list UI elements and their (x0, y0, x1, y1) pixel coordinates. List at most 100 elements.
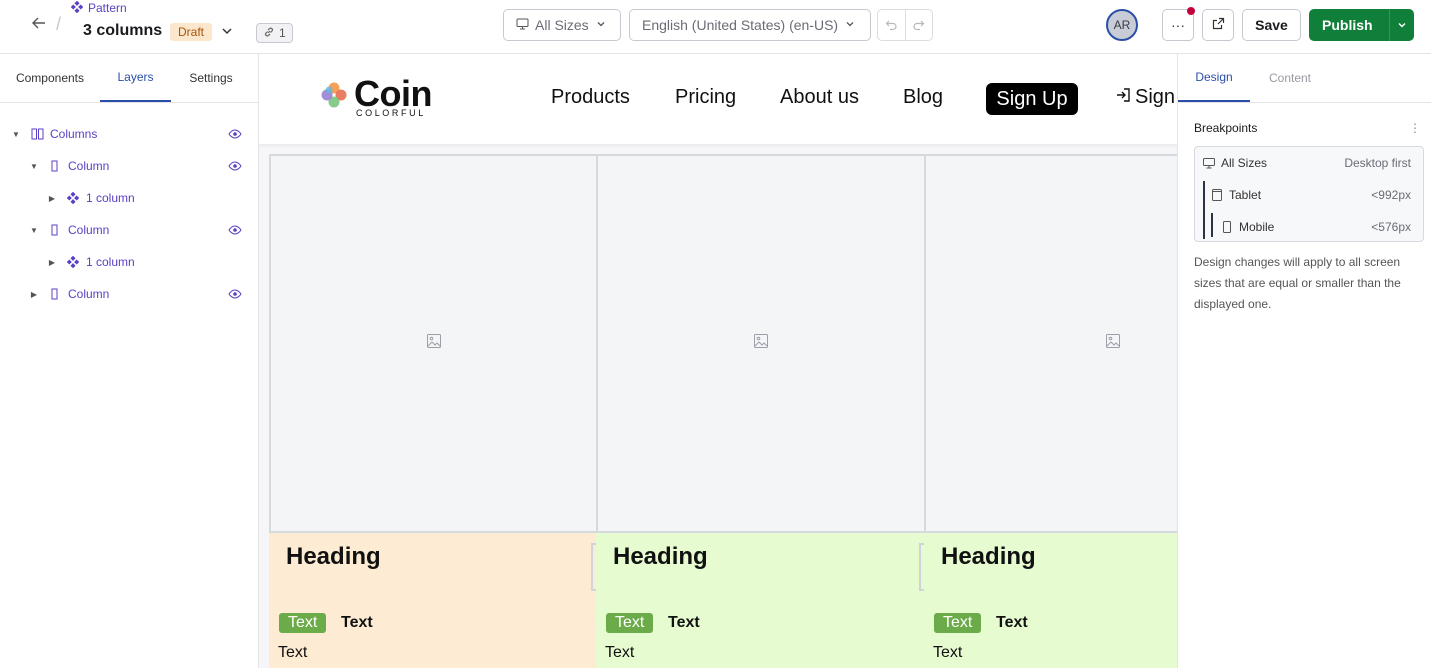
eye-icon[interactable] (228, 223, 242, 237)
left-panel: Components Layers Settings ▼ Columns ▼ C… (0, 54, 259, 668)
tab-settings[interactable]: Settings (171, 54, 251, 102)
open-preview-button[interactable] (1202, 9, 1234, 41)
bold-text[interactable]: Text (996, 614, 1028, 632)
tab-components[interactable]: Components (0, 54, 100, 102)
image-icon (753, 333, 769, 354)
image-icon (1105, 333, 1121, 354)
caret-right-icon[interactable]: ▶ (46, 256, 58, 268)
breakpoint-label: Tablet (1229, 188, 1261, 202)
bold-text[interactable]: Text (341, 614, 373, 632)
layer-columns[interactable]: ▼ Columns (0, 118, 258, 150)
status-badge: Draft (170, 23, 212, 41)
sign-in-icon (1115, 86, 1131, 109)
breakpoint-mobile[interactable]: Mobile <576px (1195, 211, 1423, 243)
column-heading[interactable]: Heading (286, 543, 381, 571)
breadcrumb-pattern[interactable]: Pattern (71, 0, 127, 16)
desktop-icon (1203, 157, 1215, 169)
breakpoint-value: <576px (1371, 220, 1411, 234)
tab-design[interactable]: Design (1178, 54, 1250, 102)
link-count: 1 (279, 26, 286, 40)
breakpoint-all-sizes[interactable]: All Sizes Desktop first (1195, 147, 1423, 179)
link-icon (263, 26, 275, 41)
layer-column[interactable]: ▼ Column (0, 214, 258, 246)
site-header[interactable]: Coin COLORFUL Products Pricing About us … (259, 54, 1177, 144)
pattern-label: Pattern (88, 1, 127, 15)
component-icon (66, 191, 80, 205)
layer-label: 1 column (86, 191, 135, 205)
tab-layers[interactable]: Layers (100, 54, 171, 102)
image-placeholder[interactable] (269, 154, 598, 533)
size-select-value: All Sizes (535, 17, 589, 33)
references-badge[interactable]: 1 (256, 23, 293, 43)
selection-bracket (591, 543, 596, 591)
columns-grid[interactable]: Heading Text Text Text Heading Text Text… (269, 154, 1177, 668)
eye-icon[interactable] (228, 287, 242, 301)
layer-column[interactable]: ▶ Column (0, 278, 258, 310)
breakpoint-tablet[interactable]: Tablet <992px (1195, 179, 1423, 211)
body-text[interactable]: Text (933, 644, 962, 662)
more-icon: ··· (1171, 17, 1185, 33)
nav-link-blog[interactable]: Blog (903, 86, 943, 109)
caret-right-icon[interactable]: ▶ (28, 288, 40, 300)
chevron-down-icon[interactable] (1389, 9, 1414, 41)
text-pill[interactable]: Text (606, 613, 653, 633)
undo-redo-group (877, 9, 933, 41)
column-icon (48, 287, 62, 301)
locale-select[interactable]: English (United States) (en-US) (629, 9, 871, 41)
avatar[interactable]: AR (1106, 9, 1138, 41)
text-pill[interactable]: Text (934, 613, 981, 633)
notification-dot (1187, 7, 1195, 15)
column-icon (48, 223, 62, 237)
body-text[interactable]: Text (605, 644, 634, 662)
chevron-down-icon (595, 17, 607, 33)
nav-link-about[interactable]: About us (780, 86, 859, 109)
layer-label: Column (68, 223, 109, 237)
redo-icon[interactable] (905, 10, 933, 40)
signin-link[interactable]: Sign (1115, 86, 1175, 109)
page-title: 3 columns (83, 22, 162, 40)
image-placeholder[interactable] (596, 154, 926, 533)
editor-canvas[interactable]: Coin COLORFUL Products Pricing About us … (259, 54, 1177, 668)
tab-content[interactable]: Content (1254, 54, 1326, 102)
chevron-down-icon[interactable] (220, 24, 234, 38)
column-heading[interactable]: Heading (613, 543, 708, 571)
column-heading[interactable]: Heading (941, 543, 1036, 571)
column-content[interactable]: Heading Text Text Text (269, 533, 596, 668)
caret-down-icon[interactable]: ▼ (28, 224, 40, 236)
image-placeholder[interactable] (924, 154, 1177, 533)
layer-1-column[interactable]: ▶ 1 column (0, 246, 258, 278)
selection-bracket (919, 543, 924, 591)
layer-label: Column (68, 287, 109, 301)
layer-column[interactable]: ▼ Column (0, 150, 258, 182)
caret-right-icon[interactable]: ▶ (46, 192, 58, 204)
nav-link-pricing[interactable]: Pricing (675, 86, 736, 109)
publish-button[interactable]: Publish (1309, 9, 1414, 41)
kebab-icon[interactable]: ⋮ (1409, 121, 1421, 135)
column-icon (48, 159, 62, 173)
breakpoint-value: <992px (1371, 188, 1411, 202)
arrow-left-icon[interactable] (28, 14, 50, 36)
caret-down-icon[interactable]: ▼ (28, 160, 40, 172)
eye-icon[interactable] (228, 127, 242, 141)
logo-flower-icon (320, 81, 348, 109)
text-pill[interactable]: Text (279, 613, 326, 633)
nav-link-products[interactable]: Products (551, 86, 630, 109)
bold-text[interactable]: Text (668, 614, 700, 632)
right-panel-tabs: Design Content (1178, 54, 1431, 103)
eye-icon[interactable] (228, 159, 242, 173)
column-content[interactable]: Heading Text Text Text (596, 533, 924, 668)
external-link-icon (1212, 17, 1225, 33)
save-button[interactable]: Save (1242, 9, 1301, 41)
component-icon (66, 255, 80, 269)
size-select[interactable]: All Sizes (503, 9, 621, 41)
signup-button[interactable]: Sign Up (986, 83, 1078, 115)
top-bar: / Pattern 3 columns Draft 1 All Sizes En… (0, 0, 1431, 54)
publish-label: Publish (1309, 17, 1389, 33)
right-panel: Design Content Breakpoints ⋮ All Sizes D… (1177, 54, 1431, 668)
body-text[interactable]: Text (278, 644, 307, 662)
layer-1-column[interactable]: ▶ 1 column (0, 182, 258, 214)
caret-down-icon[interactable]: ▼ (10, 128, 22, 140)
undo-icon[interactable] (878, 10, 905, 40)
logo-subtitle: COLORFUL (356, 108, 426, 118)
column-content[interactable]: Heading Text Text Text (924, 533, 1177, 668)
